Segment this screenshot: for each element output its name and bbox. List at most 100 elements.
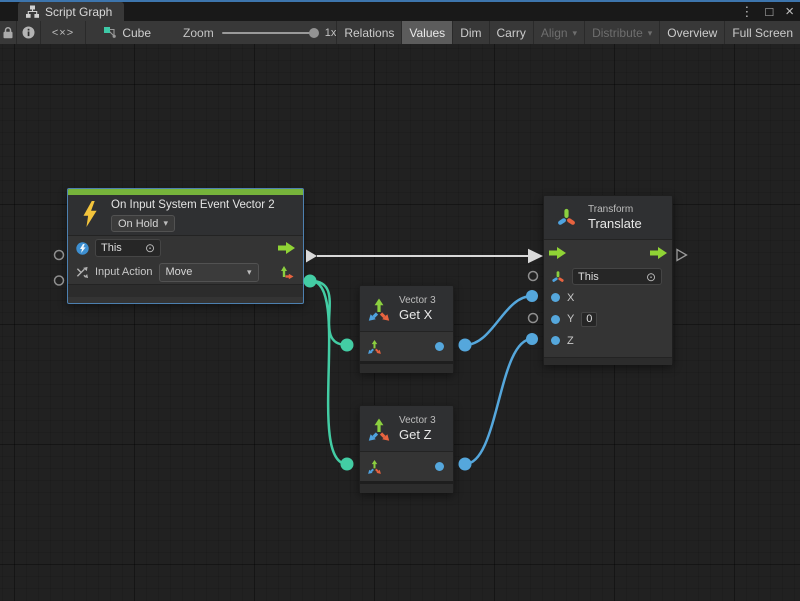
graph-breadcrumb[interactable]: Cube — [103, 21, 151, 44]
getx-port-row — [360, 332, 453, 361]
node-title: Translate — [588, 216, 642, 231]
wire-vector2-to-getz[interactable] — [311, 281, 347, 464]
event-this-input-port[interactable] — [55, 251, 64, 260]
vector3-small-icon — [367, 459, 382, 474]
input-system-icon — [76, 242, 89, 255]
node-transform-translate[interactable]: Transform Translate — [543, 195, 673, 365]
node-type-label: Vector 3 — [399, 415, 436, 426]
chevron-down-icon: ▾ — [648, 28, 653, 39]
tab-title: Script Graph — [45, 5, 112, 19]
port-label-z: Z — [567, 335, 574, 347]
target-picker-icon[interactable]: ⊙ — [145, 242, 155, 254]
flow-output-port-triangle-empty[interactable] — [677, 250, 687, 261]
translate-z-input-port[interactable] — [526, 333, 538, 345]
zoom-slider-knob[interactable] — [309, 28, 319, 38]
toolbar-button-full-screen[interactable]: Full Screen — [724, 21, 800, 44]
chevron-down-icon: ▾ — [247, 267, 252, 278]
more-options-icon[interactable]: ⋮ — [740, 5, 753, 18]
flow-output-arrow-icon — [278, 242, 295, 254]
translate-y-input-port[interactable] — [529, 314, 538, 323]
graph-toolbar: <×> Cube Zoom 1x Relations Values Dim Ca… — [0, 21, 800, 44]
node-title: Get Z — [399, 427, 436, 442]
node-vector3-get-x[interactable]: Vector 3 Get X — [359, 285, 454, 373]
translate-y-row: Y 0 — [544, 308, 672, 330]
zoom-label: Zoom — [183, 26, 214, 40]
y-value-field[interactable]: 0 — [581, 312, 597, 327]
lightning-bolt-icon — [81, 201, 99, 235]
translate-this-field[interactable]: This ⊙ — [572, 268, 662, 285]
event-action-row: Input Action Move ▾ — [68, 260, 303, 284]
event-vector2-output-port[interactable] — [304, 275, 317, 288]
toolbar-button-dim[interactable]: Dim — [452, 21, 488, 44]
action-dropdown[interactable]: Move ▾ — [159, 263, 259, 282]
action-label: Input Action — [95, 266, 153, 278]
translate-this-input-port[interactable] — [529, 272, 538, 281]
node-footer — [544, 357, 672, 365]
graph-name: Cube — [122, 26, 151, 40]
graph-canvas[interactable]: On Input System Event Vector 2 On Hold ▾ — [0, 44, 800, 601]
transform-icon — [556, 207, 577, 228]
window-controls: ⋮ □ × — [740, 2, 794, 21]
translate-x-row: X — [544, 287, 672, 308]
translate-flow-row — [544, 240, 672, 266]
code-view-button[interactable]: <×> — [41, 21, 87, 44]
script-graph-window: Script Graph ⋮ □ × — [0, 0, 800, 601]
getz-input-port[interactable] — [341, 458, 354, 471]
toolbar-button-overview[interactable]: Overview — [659, 21, 724, 44]
info-icon — [22, 26, 35, 39]
toolbar-button-distribute[interactable]: Distribute▾ — [584, 21, 659, 44]
translate-this-row: This ⊙ — [544, 266, 672, 287]
close-icon[interactable]: × — [785, 4, 794, 19]
node-on-input-system-event[interactable]: On Input System Event Vector 2 On Hold ▾ — [67, 188, 304, 304]
port-dot-y[interactable] — [551, 315, 560, 324]
event-this-field[interactable]: This ⊙ — [95, 239, 161, 257]
event-action-input-port[interactable] — [55, 276, 64, 285]
lock-button[interactable] — [0, 21, 17, 44]
toolbar-button-align[interactable]: Align▾ — [533, 21, 584, 44]
port-dot-x[interactable] — [551, 293, 560, 302]
getx-output-port[interactable] — [459, 339, 472, 352]
tab-bar: Script Graph ⋮ □ × — [0, 2, 800, 21]
flow-output-port-triangle[interactable] — [306, 250, 317, 263]
toolbar-button-values[interactable]: Values — [401, 21, 452, 44]
event-mode-dropdown[interactable]: On Hold ▾ — [111, 215, 175, 232]
node-footer — [68, 284, 303, 297]
node-footer — [360, 484, 453, 493]
zoom-slider-track[interactable] — [222, 32, 317, 34]
chevron-down-icon: ▾ — [573, 28, 578, 39]
transform-small-icon — [551, 270, 565, 284]
port-dot-z[interactable] — [551, 336, 560, 345]
vector3-icon — [367, 297, 391, 321]
node-vector3-get-z[interactable]: Vector 3 Get Z — [359, 405, 454, 493]
wire-getx-to-translate-x[interactable] — [465, 296, 532, 345]
translate-x-input-port[interactable] — [526, 290, 538, 302]
wire-getz-to-translate-z[interactable] — [465, 339, 532, 464]
node-title: Get X — [399, 307, 436, 322]
flow-input-arrow-icon — [549, 247, 566, 259]
output-port-dot[interactable] — [435, 462, 444, 471]
tab-script-graph[interactable]: Script Graph — [18, 2, 124, 21]
port-label-y: Y — [567, 313, 574, 325]
maximize-icon[interactable]: □ — [765, 5, 773, 18]
wire-vector2-to-getx[interactable] — [311, 281, 347, 345]
getz-output-port[interactable] — [459, 458, 472, 471]
zoom-control: Zoom 1x — [183, 21, 336, 44]
graph-asset-icon — [103, 26, 117, 40]
node-title: On Input System Event Vector 2 — [111, 198, 275, 213]
getx-input-port[interactable] — [341, 339, 354, 352]
target-picker-icon[interactable]: ⊙ — [646, 271, 656, 283]
toolbar-button-carry[interactable]: Carry — [489, 21, 533, 44]
flow-output-arrow-icon — [650, 247, 667, 259]
port-label-x: X — [567, 292, 574, 304]
event-this-row: This ⊙ — [68, 236, 303, 260]
info-button[interactable] — [17, 21, 40, 44]
translate-z-row: Z — [544, 330, 672, 351]
hierarchy-graph-icon — [26, 5, 39, 18]
output-port-dot[interactable] — [435, 342, 444, 351]
node-type-label: Transform — [588, 204, 642, 215]
zoom-value: 1x — [325, 27, 337, 39]
wire-flow-arrowhead — [528, 249, 543, 263]
toolbar-button-relations[interactable]: Relations — [336, 21, 401, 44]
code-view-icon: <×> — [52, 27, 74, 39]
chevron-down-icon: ▾ — [163, 218, 168, 229]
